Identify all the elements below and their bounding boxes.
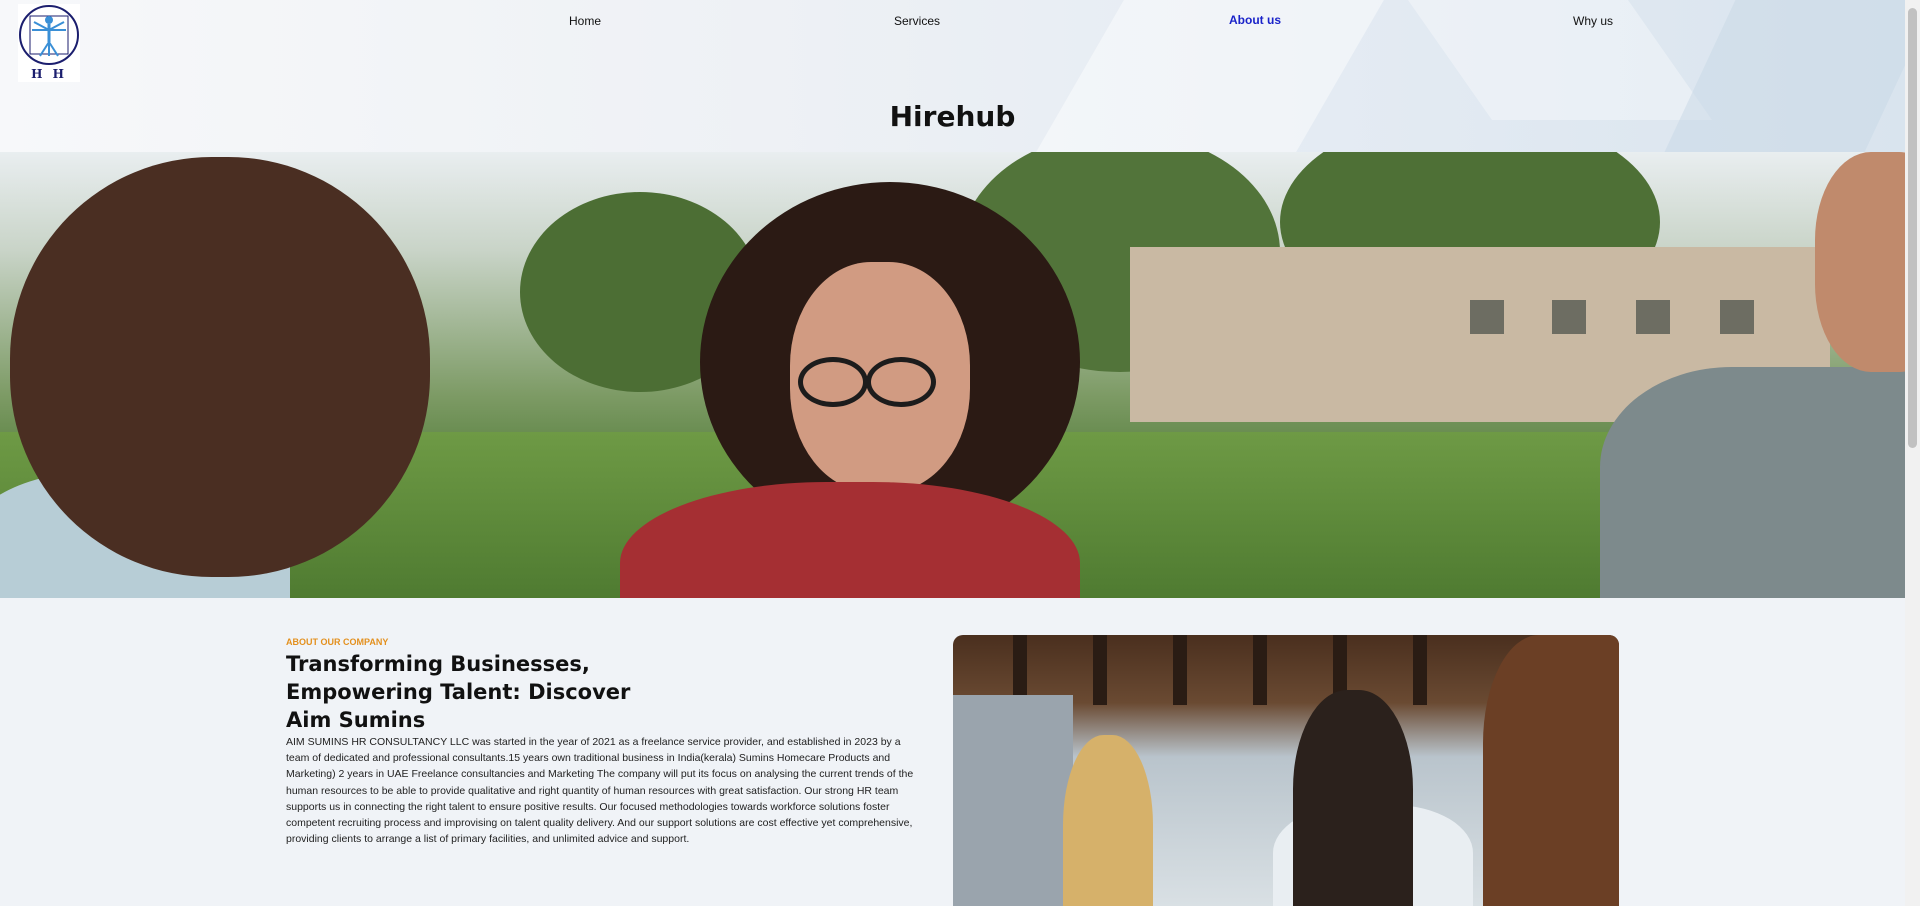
site-header: H H Home Services About us Why us Hirehu… (0, 0, 1905, 152)
about-heading: Transforming Businesses, Empowering Tale… (286, 652, 631, 732)
about-description: AIM SUMINS HR CONSULTANCY LLC was starte… (286, 736, 914, 846)
scrollbar-thumb[interactable] (1908, 8, 1917, 448)
nav-services[interactable]: Services (894, 14, 940, 28)
page-title: Hirehub (889, 100, 1016, 133)
hero-image (0, 152, 1905, 598)
page-scrollbar[interactable] (1905, 0, 1920, 906)
main-nav: Home Services About us Why us (0, 13, 1905, 32)
nav-home[interactable]: Home (569, 14, 601, 28)
logo-text: H H (31, 67, 67, 81)
nav-why-us[interactable]: Why us (1573, 14, 1613, 28)
nav-about-us[interactable]: About us (1229, 13, 1281, 27)
about-kicker: ABOUT OUR COMPANY (286, 637, 389, 647)
team-meeting-image (953, 635, 1619, 906)
